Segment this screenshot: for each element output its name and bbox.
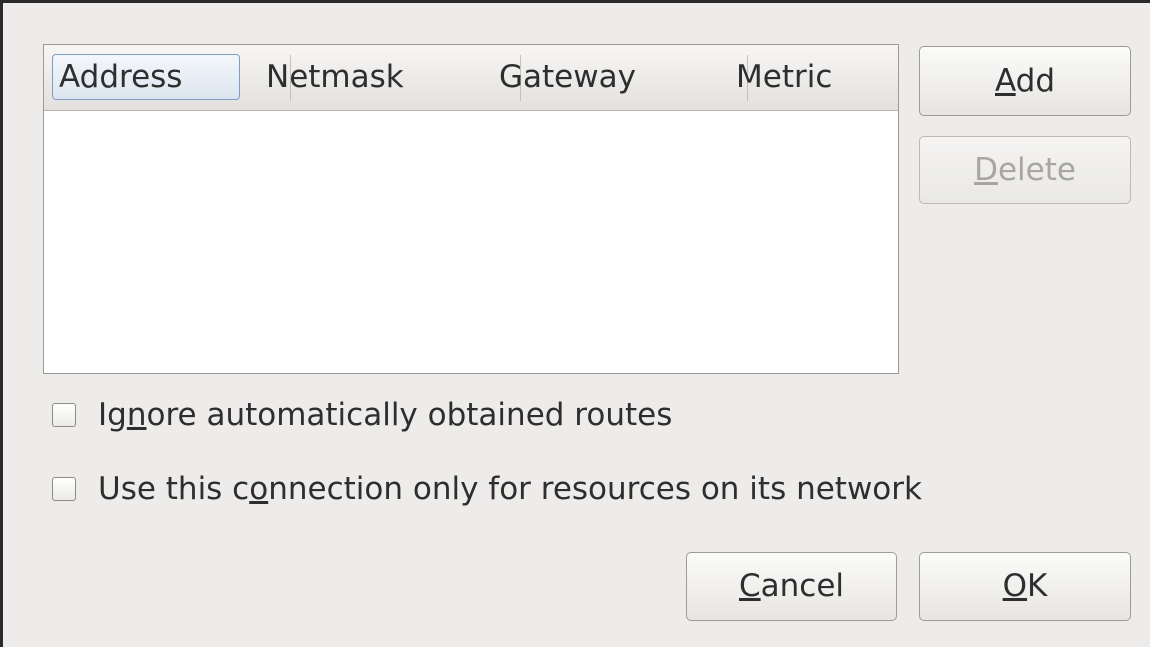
delete-button-mnemonic: D [974, 152, 998, 188]
only-local-resources-checkbox[interactable] [52, 477, 76, 501]
ignore-auto-routes-checkbox[interactable] [52, 403, 76, 427]
add-button[interactable]: Add [919, 46, 1131, 116]
ok-button-label-rest: K [1027, 568, 1048, 604]
ignore-auto-routes-option[interactable]: Ignore automatically obtained routes [52, 395, 672, 435]
column-header-address[interactable]: Address [52, 54, 240, 100]
column-header-gateway[interactable]: Gateway [499, 45, 636, 110]
only-local-resources-option[interactable]: Use this connection only for resources o… [52, 469, 922, 509]
add-button-label-rest: dd [1015, 63, 1056, 99]
routes-table-header: Address Netmask Gateway Metric [44, 45, 898, 111]
add-button-mnemonic: A [994, 63, 1016, 99]
delete-button-label-rest: elete [997, 152, 1076, 188]
cancel-button[interactable]: Cancel [686, 552, 897, 621]
ok-button[interactable]: OK [919, 552, 1131, 621]
column-header-netmask[interactable]: Netmask [266, 45, 404, 110]
cancel-button-mnemonic: C [738, 568, 761, 604]
ignore-auto-routes-label: Ignore automatically obtained routes [98, 397, 673, 433]
routes-table[interactable]: Address Netmask Gateway Metric [43, 44, 899, 374]
delete-button[interactable]: Delete [919, 136, 1131, 204]
column-header-metric[interactable]: Metric [736, 45, 832, 110]
cancel-button-label-rest: ancel [760, 568, 845, 604]
only-local-resources-label: Use this connection only for resources o… [98, 471, 922, 507]
ok-button-mnemonic: O [1002, 568, 1028, 604]
routes-dialog: Address Netmask Gateway Metric Add Delet… [0, 0, 1150, 647]
